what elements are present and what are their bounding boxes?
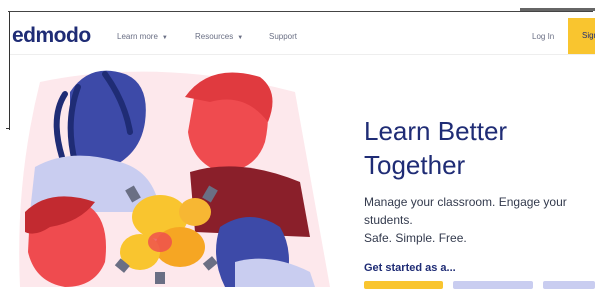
nav-resources-label: Resources (195, 32, 234, 41)
hero-title-line2: Together (364, 150, 466, 180)
site-header: edmodo Learn more ▼ Resources ▼ Support Lo… (10, 18, 595, 55)
nav-learn-more-label: Learn more (117, 32, 158, 41)
cta-student-button[interactable] (453, 281, 533, 289)
browser-chrome-divider (8, 11, 593, 12)
signup-button[interactable]: Sign (568, 18, 595, 54)
caret-down-icon: ▼ (237, 35, 244, 41)
nav-resources[interactable]: Resources ▼ (195, 32, 243, 41)
nav-learn-more[interactable]: Learn more ▼ (117, 32, 168, 41)
hero-desc-line3: Safe. Simple. Free. (364, 231, 467, 245)
hero-description: Manage your classroom. Engage your stude… (364, 193, 589, 247)
hero-desc-line1: Manage your classroom. Engage your (364, 195, 567, 209)
edmodo-logo[interactable]: edmodo (12, 24, 91, 48)
cta-label: Get started as a... (364, 262, 456, 274)
cta-parent-button[interactable] (543, 281, 595, 289)
caret-down-icon: ▼ (161, 35, 168, 41)
login-link[interactable]: Log In (532, 32, 554, 41)
hero-title-line1: Learn Better (364, 116, 508, 146)
nav-support[interactable]: Support (269, 32, 297, 41)
cta-teacher-button[interactable] (364, 281, 443, 289)
hero-title: Learn Better Together (364, 114, 507, 182)
hero-illustration (19, 70, 331, 287)
hero-desc-line2: students. (364, 213, 413, 227)
nav-support-label: Support (269, 32, 298, 41)
